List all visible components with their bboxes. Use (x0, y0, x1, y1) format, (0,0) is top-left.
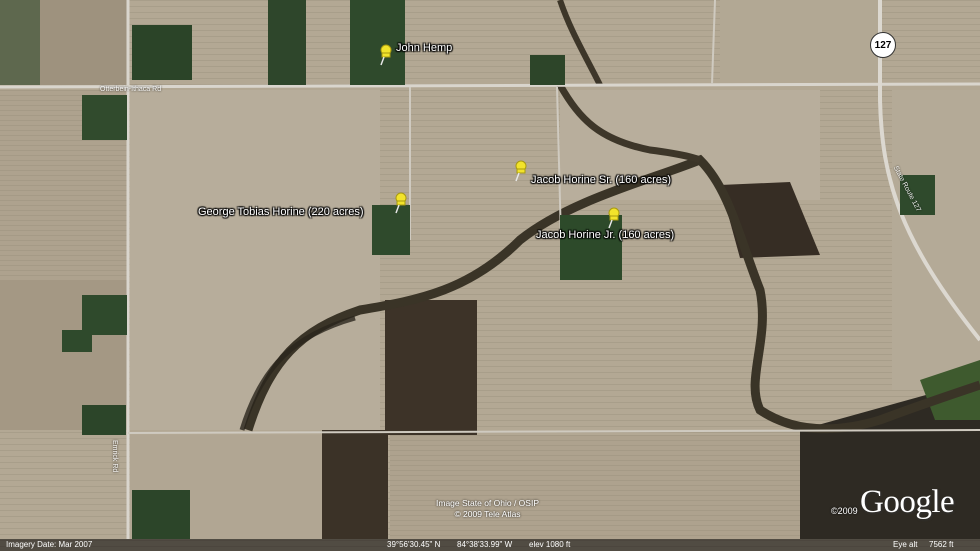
road-label-otterbein: Otterbein-Ithaca Rd (100, 86, 162, 93)
farm-field (892, 90, 980, 390)
latitude-readout: 39°56'30.45" N (387, 540, 441, 549)
dark-field (385, 300, 477, 435)
pushpin-icon[interactable] (511, 160, 529, 182)
farmstead (0, 0, 40, 85)
credit-line: © 2009 Tele Atlas (454, 509, 521, 519)
copyright-notice: ©2009 (831, 506, 858, 516)
placemark-label: Jacob Horine Jr. (160 acres) (536, 229, 675, 241)
pushpin-icon[interactable] (376, 44, 394, 66)
farm-field (720, 0, 880, 80)
google-logo: Google (860, 484, 955, 520)
farmstead (82, 295, 127, 335)
longitude-readout: 84°38'33.99" W (457, 540, 513, 549)
dark-field (322, 430, 388, 539)
pushpin-icon[interactable] (391, 192, 409, 214)
farm-field (410, 90, 560, 290)
imagery-date: Imagery Date: Mar 2007 (6, 540, 93, 549)
farmstead (268, 0, 306, 85)
pushpin-icon[interactable] (604, 207, 622, 229)
farmstead (132, 25, 192, 80)
road-label-emrick: Emrick Rd (111, 440, 118, 473)
imagery-credits: Image State of Ohio / OSIP © 2009 Tele A… (436, 498, 539, 520)
terrain-layer (0, 0, 980, 551)
farmstead (530, 55, 565, 85)
farmstead (62, 330, 92, 352)
farmstead (132, 490, 190, 539)
satellite-map[interactable]: Otterbein-Ithaca Rd Emrick Rd State Rout… (0, 0, 980, 551)
route-127-shield: 127 (870, 32, 896, 58)
placemark-label: John Hemp (396, 42, 453, 54)
farm-field (390, 435, 810, 539)
placemark-label: Jacob Horine Sr. (160 acres) (531, 174, 672, 186)
credit-line: Image State of Ohio / OSIP (436, 498, 539, 508)
eye-alt-label: Eye alt (893, 540, 918, 549)
placemark-label: George Tobias Horine (220 acres) (198, 206, 364, 218)
elevation-readout: elev 1080 ft (529, 540, 571, 549)
status-bar: Imagery Date: Mar 2007 39°56'30.45" N 84… (0, 539, 980, 551)
eye-alt-readout: 7562 ft (929, 540, 954, 549)
farmstead (82, 95, 127, 140)
farmstead (82, 405, 126, 435)
farm-field (130, 90, 380, 430)
